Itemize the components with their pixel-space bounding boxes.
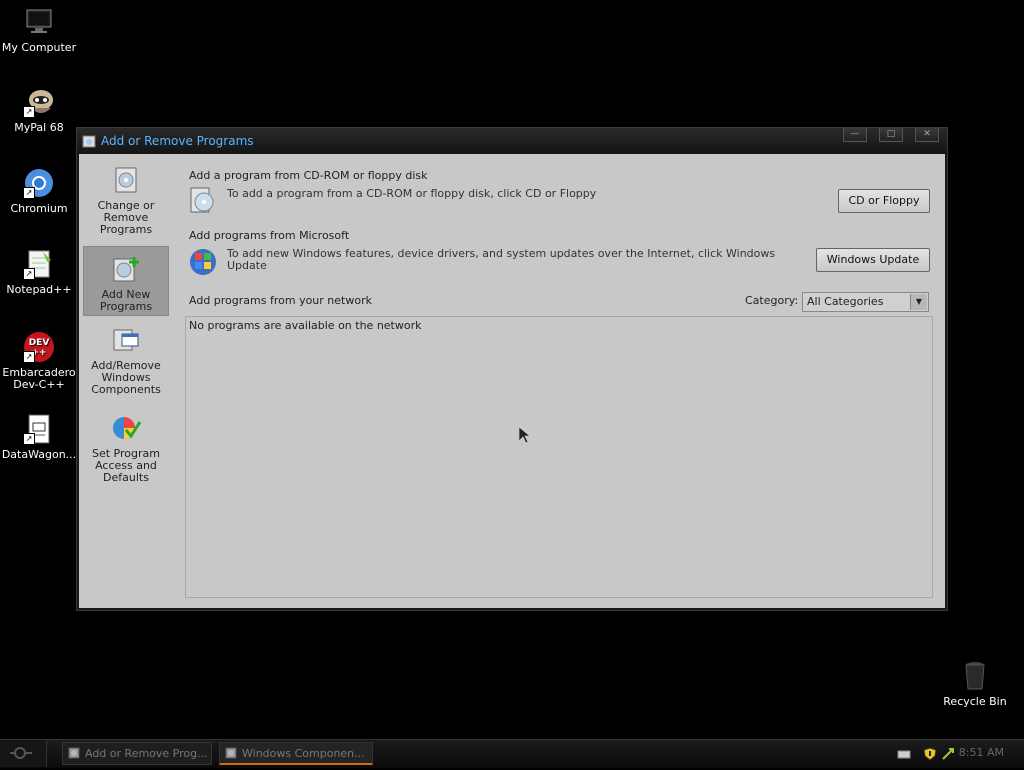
close-button[interactable]: ✕ xyxy=(915,128,939,142)
taskbar-item-add-remove[interactable]: Add or Remove Prog... xyxy=(62,742,212,765)
nav-item-label: Add/Remove Windows Components xyxy=(91,359,161,396)
shortcut-arrow-icon: ↗ xyxy=(23,268,35,280)
cd-section-description: To add a program from a CD-ROM or floppy… xyxy=(227,187,597,200)
raccoon-icon: ↗ xyxy=(23,86,55,118)
recycle-bin-icon xyxy=(959,660,991,692)
windows-logo-icon xyxy=(187,244,219,276)
program-access-icon xyxy=(110,412,142,444)
network-programs-list[interactable]: No programs are available on the network xyxy=(185,316,933,598)
desktop-icon-devcpp[interactable]: DEV ++ ↗ Embarcadero Dev-C++ xyxy=(0,331,78,391)
desktop-icon-label: My Computer xyxy=(1,41,77,54)
main-panel: Add a program from CD-ROM or floppy disk… xyxy=(185,154,945,608)
add-remove-programs-icon xyxy=(67,746,81,760)
monitor-icon xyxy=(23,6,55,38)
windows-components-icon xyxy=(110,324,142,356)
add-new-programs-icon xyxy=(110,253,142,285)
taskbar-item-label: Windows Componen... xyxy=(242,747,365,760)
desktop-icon-my-computer[interactable]: My Computer xyxy=(0,6,78,54)
window-titlebar[interactable]: Add or Remove Programs — □ ✕ xyxy=(77,128,947,154)
taskbar-item-windows-components[interactable]: Windows Componen... xyxy=(219,742,373,765)
desktop-icon-datawagon[interactable]: ↗ DataWagon... xyxy=(0,413,78,461)
window-title: Add or Remove Programs xyxy=(101,134,254,148)
nav-item-label: Add New Programs xyxy=(99,288,153,313)
network-section-title: Add programs from your network xyxy=(189,294,372,307)
svg-text:DEV: DEV xyxy=(29,338,50,348)
cd-floppy-icon xyxy=(187,184,219,216)
maximize-button[interactable]: □ xyxy=(879,128,903,142)
desktop-icon-notepadpp[interactable]: ↗ Notepad++ xyxy=(0,248,78,296)
windows-components-icon xyxy=(224,746,238,760)
category-select[interactable]: All Categories ▼ xyxy=(802,292,929,312)
chromium-icon: ↗ xyxy=(23,167,55,199)
security-shield-icon[interactable] xyxy=(923,747,937,761)
shortcut-arrow-icon: ↗ xyxy=(23,351,35,363)
cd-floppy-button[interactable]: CD or Floppy xyxy=(838,189,930,213)
shortcut-arrow-icon: ↗ xyxy=(23,433,35,445)
start-orb-icon xyxy=(10,747,32,759)
keyboard-icon[interactable] xyxy=(897,747,911,761)
desktop-icon-label: Embarcadero Dev-C++ xyxy=(2,366,76,391)
nav-item-change-remove[interactable]: Change or Remove Programs xyxy=(83,158,169,244)
category-select-value: All Categories xyxy=(807,295,884,308)
desktop-icon-label: MyPal 68 xyxy=(14,121,64,134)
nav-item-add-new[interactable]: Add New Programs xyxy=(83,246,169,316)
desktop-icon-label: Chromium xyxy=(10,202,68,215)
start-button[interactable] xyxy=(0,740,47,767)
nav-item-label: Set Program Access and Defaults xyxy=(92,447,160,484)
nav-item-program-access[interactable]: Set Program Access and Defaults xyxy=(83,406,169,490)
mouse-cursor-icon xyxy=(518,426,531,444)
ms-section-description: To add new Windows features, device driv… xyxy=(227,247,776,272)
nav-panel: Change or Remove Programs Add New Progra… xyxy=(83,158,169,492)
taskbar-item-label: Add or Remove Prog... xyxy=(85,747,208,760)
desktop-icon-recycle-bin[interactable]: Recycle Bin xyxy=(936,660,1014,708)
window-client-area: Change or Remove Programs Add New Progra… xyxy=(79,154,945,608)
nav-item-label: Change or Remove Programs xyxy=(97,199,155,236)
empty-list-message: No programs are available on the network xyxy=(189,319,422,332)
taskbar: Add or Remove Prog... Windows Componen..… xyxy=(0,739,1024,768)
desktop-icon-mypal[interactable]: ↗ MyPal 68 xyxy=(0,86,78,134)
ms-section-title: Add programs from Microsoft xyxy=(189,229,350,242)
category-label: Category: xyxy=(745,294,799,307)
add-remove-programs-window: Add or Remove Programs — □ ✕ Change or R… xyxy=(76,127,948,611)
chevron-down-icon[interactable]: ▼ xyxy=(910,294,927,310)
minimize-button[interactable]: — xyxy=(843,128,867,142)
change-remove-programs-icon xyxy=(110,164,142,196)
add-remove-programs-icon xyxy=(81,133,97,149)
shortcut-arrow-icon: ↗ xyxy=(23,106,35,118)
network-icon[interactable] xyxy=(941,747,955,761)
desktop-icon-chromium[interactable]: ↗ Chromium xyxy=(0,167,78,215)
taskbar-clock[interactable]: 8:51 AM xyxy=(959,746,1004,759)
windows-update-button[interactable]: Windows Update xyxy=(816,248,930,272)
nav-item-windows-components[interactable]: Add/Remove Windows Components xyxy=(83,318,169,404)
desktop-icon-label: DataWagon... xyxy=(1,448,77,461)
notepad-icon: ↗ xyxy=(23,248,55,280)
document-icon: ↗ xyxy=(23,413,55,445)
shortcut-arrow-icon: ↗ xyxy=(23,187,35,199)
cd-section-title: Add a program from CD-ROM or floppy disk xyxy=(189,169,428,182)
desktop-icon-label: Notepad++ xyxy=(6,283,72,296)
desktop-icon-label: Recycle Bin xyxy=(943,695,1007,708)
devcpp-icon: DEV ++ ↗ xyxy=(23,331,55,363)
